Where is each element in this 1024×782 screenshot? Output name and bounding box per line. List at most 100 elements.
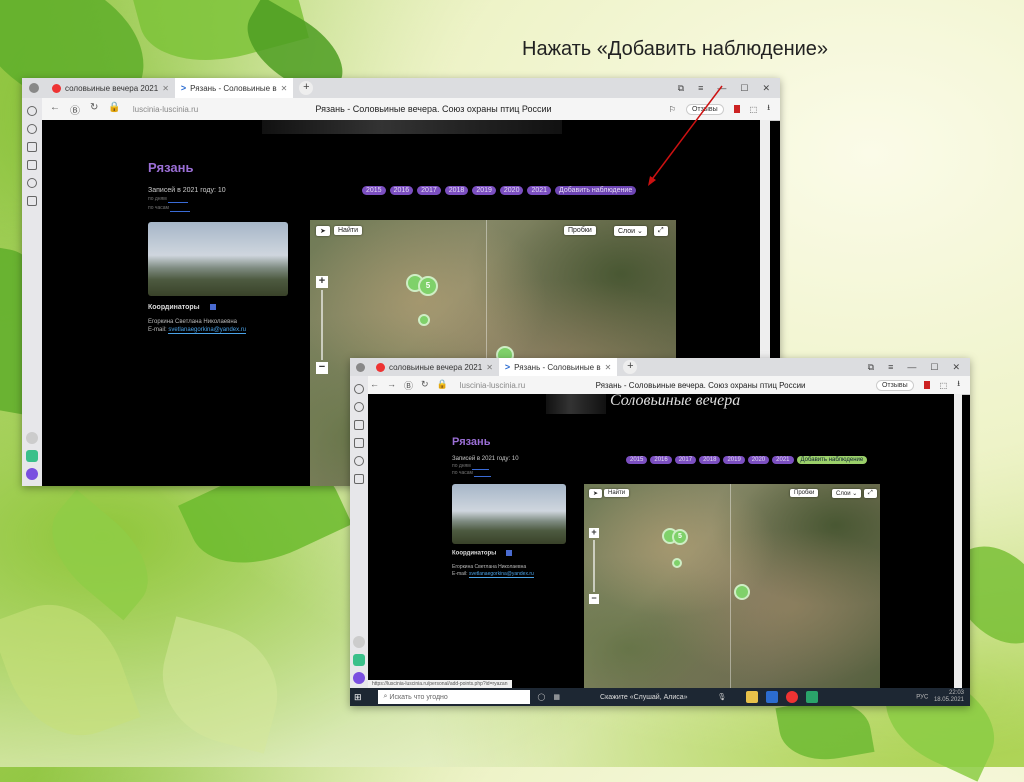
microphone-icon[interactable]: 🎙 [718,693,727,701]
year-2021-button[interactable]: 2021 [527,186,552,195]
map-find-button[interactable]: Найти [604,489,630,497]
system-tray[interactable]: РУС 22:03 18.05.2021 [916,690,970,704]
taskbar-search-input[interactable]: ⌕ Искать что угодно [377,690,530,704]
extensions-icon[interactable]: ⬚ [750,105,758,114]
close-tab-icon[interactable]: ✕ [162,84,169,93]
reviews-button[interactable]: Отзывы [875,379,914,391]
app-icon[interactable] [806,691,819,703]
history-icon[interactable] [354,402,364,412]
map-find-button[interactable]: Найти [334,226,362,235]
apps-icon[interactable] [354,474,364,484]
year-2019-button[interactable]: 2019 [723,456,745,464]
apps-icon[interactable] [27,196,37,206]
yandex-b-icon[interactable]: Ⓑ [70,102,80,117]
zoom-slider[interactable] [593,540,595,592]
task-view-icon[interactable]: ◯ [538,693,546,701]
add-panel-icon[interactable] [26,432,38,444]
geolocate-icon[interactable]: ➤ [589,489,603,498]
yandex-map[interactable]: ➤ Найти Пробки Слои ⌄ ⤢ + − 5 [584,484,880,688]
by-hours-link[interactable] [170,205,190,212]
fullscreen-icon[interactable]: ⤢ [864,489,877,498]
profile-icon[interactable] [22,78,46,98]
map-marker[interactable] [418,314,430,326]
scrollbar[interactable] [954,394,962,688]
reload-icon[interactable]: ↻ [421,379,429,392]
bell-icon[interactable] [27,106,37,116]
tab-nightingale-2021[interactable]: соловьиные вечера 2021 ✕ [370,358,499,376]
year-2017-button[interactable]: 2017 [417,186,441,195]
map-cluster-marker[interactable]: 5 [418,276,438,296]
alice-icon[interactable] [353,672,365,684]
yandex-b-icon[interactable]: Ⓑ [404,379,413,392]
close-tab-icon[interactable]: ✕ [486,363,493,372]
email-link[interactable]: svetlanaegorkina@yandex.ru [468,571,534,578]
download-icon[interactable]: ⭳ [957,378,960,392]
music-icon[interactable] [26,450,38,462]
reader-icon[interactable]: ⚐ [669,105,676,114]
profile-icon[interactable] [350,358,370,376]
new-tab-button[interactable]: + [299,81,314,95]
close-window-button[interactable]: ✕ [762,83,770,94]
back-icon[interactable]: ← [370,379,379,392]
menu-icon[interactable]: ≡ [698,83,703,94]
zoom-in-button[interactable]: + [316,276,328,288]
year-2020-button[interactable]: 2020 [499,186,524,195]
extensions-icon[interactable]: ⬚ [940,381,948,390]
close-window-button[interactable]: ✕ [952,362,960,373]
star-icon[interactable] [354,420,364,430]
close-tab-icon[interactable]: ✕ [281,84,288,93]
year-2016-button[interactable]: 2016 [650,456,672,464]
download-icon[interactable]: ⭳ [767,102,770,116]
map-layers-button[interactable]: Слои ⌄ [832,489,862,498]
notes-icon[interactable] [354,438,364,448]
zoom-in-button[interactable]: + [589,528,599,538]
bell-icon[interactable] [354,384,364,394]
music-icon[interactable] [353,654,365,666]
store-icon[interactable] [766,691,779,703]
map-traffic-button[interactable]: Пробки [564,226,596,235]
year-2020-button[interactable]: 2020 [747,456,770,464]
tab-ryazan[interactable]: > Рязань - Соловьиные в ✕ [174,78,294,98]
back-icon[interactable]: ← [50,102,60,117]
tabs-icon[interactable]: ⧉ [678,83,684,94]
url-field[interactable]: luscinia-luscinia.ru [133,105,198,114]
bookmark-icon[interactable] [733,105,740,113]
history-icon[interactable] [27,124,37,134]
add-observation-button[interactable]: Добавить наблюдение [555,186,637,195]
minimize-button[interactable]: — [907,362,916,373]
yandex-browser-icon[interactable] [786,691,799,703]
bookmark-icon[interactable] [923,381,930,389]
reload-icon[interactable]: ↻ [90,102,98,117]
play-icon[interactable] [354,456,364,466]
forward-icon[interactable]: → [387,379,396,392]
zoom-slider[interactable] [321,290,323,360]
year-2016-button[interactable]: 2016 [389,186,414,195]
tab-nightingale-2021[interactable]: соловьиные вечера 2021 ✕ [46,78,175,98]
year-2018-button[interactable]: 2018 [699,456,721,464]
play-icon[interactable] [27,178,37,188]
map-marker[interactable] [672,558,682,568]
new-tab-button[interactable]: + [623,360,638,374]
email-link[interactable]: svetlanaegorkina@yandex.ru [168,327,247,334]
close-tab-icon[interactable]: ✕ [605,363,612,372]
year-2015-button[interactable]: 2015 [626,456,648,464]
add-panel-icon[interactable] [353,636,365,648]
year-2018-button[interactable]: 2018 [444,186,469,195]
alice-prompt[interactable]: Скажите «Слушай, Алиса» [600,694,688,701]
by-days-link[interactable] [168,196,188,203]
notes-icon[interactable] [27,160,37,170]
geolocate-icon[interactable]: ➤ [316,226,330,236]
zoom-out-button[interactable]: − [589,594,599,604]
tab-ryazan[interactable]: > Рязань - Соловьиные в ✕ [498,358,618,376]
windows-start-icon[interactable]: ⊞ [354,692,362,703]
map-cluster-marker[interactable]: 5 [672,529,688,545]
map-traffic-button[interactable]: Пробки [790,489,819,497]
year-2017-button[interactable]: 2017 [674,456,697,464]
by-days-link[interactable] [472,463,489,470]
widgets-icon[interactable]: ▦ [553,693,560,701]
map-marker[interactable] [734,584,750,600]
tabs-icon[interactable]: ⧉ [868,362,874,373]
file-explorer-icon[interactable] [746,691,759,703]
add-observation-button[interactable]: Добавить наблюдение [796,456,868,464]
star-icon[interactable] [27,142,37,152]
